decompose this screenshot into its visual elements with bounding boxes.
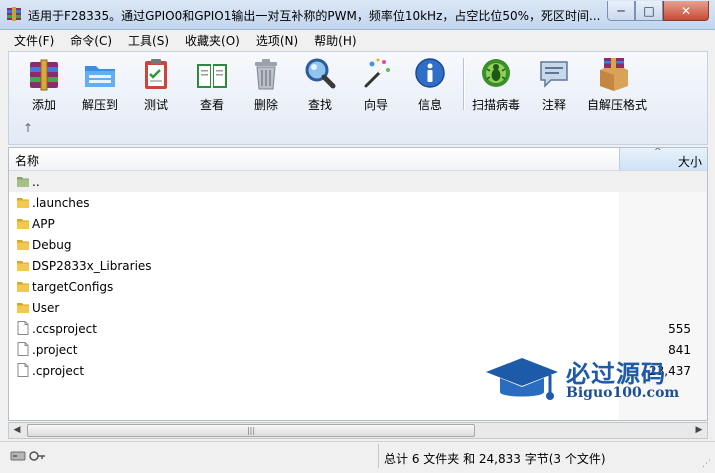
sfx-button[interactable]: 自解压格式 [587,56,648,113]
menu-help[interactable]: 帮助(H) [306,30,364,50]
delete-button[interactable]: 删除 [239,56,293,113]
list-item[interactable]: User [9,297,707,318]
item-name: .. [32,175,40,189]
add-button[interactable]: 添加 [17,56,71,113]
info-button[interactable]: 信息 [403,56,457,113]
folder-icon [17,219,29,229]
virus-scan-label: 扫描病毒 [471,98,520,112]
list-item[interactable]: .launches [9,192,707,213]
column-header-name[interactable]: 名称 [15,152,39,169]
file-icon [17,342,29,356]
extract-folder-icon [85,66,115,87]
sfx-box-icon [600,58,628,91]
list-item[interactable]: DSP2833x_Libraries [9,255,707,276]
folder-icon [17,261,29,271]
watermark: 必过源码 Biguo100.com [482,352,697,412]
scroll-left-icon[interactable]: ◀ [9,423,25,438]
scroll-right-icon[interactable]: ▶ [691,423,707,438]
comment-label: 注释 [541,98,566,112]
extract-button[interactable]: 解压到 [73,56,127,113]
wizard-label: 向导 [363,98,388,112]
column-header-size-label: 大小 [677,155,702,169]
menu-bar: 文件(F) 命令(C) 工具(S) 收藏夹(O) 选项(N) 帮助(H) [0,30,715,50]
folder-icon [17,198,29,208]
list-item[interactable]: APP [9,213,707,234]
test-button[interactable]: 测试 [129,56,183,113]
item-name: APP [32,217,55,231]
test-label: 测试 [143,98,168,112]
minimize-button[interactable]: ─ [607,1,635,21]
delete-label: 删除 [253,98,278,112]
magnifier-icon [305,58,336,89]
item-name: DSP2833x_Libraries [32,259,152,273]
item-size: 555 [668,322,691,336]
virus-scan-button[interactable]: 扫描病毒 [469,56,523,113]
item-name: .cproject [32,364,85,378]
toolbar-separator [463,58,465,110]
status-summary: 总计 6 文件夹 和 24,833 字节(3 个文件) [384,452,606,466]
info-label: 信息 [417,98,442,112]
item-name: .project [32,343,78,357]
comment-button[interactable]: 注释 [527,56,581,113]
title-bar[interactable]: 适用于F28335。通过GPIO0和GPIO1输出一对互补称的PWM，频率位10… [0,0,715,30]
menu-commands[interactable]: 命令(C) [62,30,120,50]
graduation-cap-logo-icon [486,358,558,400]
add-archive-icon [30,59,58,91]
item-name: User [32,301,60,315]
list-item[interactable]: targetConfigs [9,276,707,297]
file-icon [17,363,29,377]
view-button[interactable]: 查看 [185,56,239,113]
item-name: Debug [32,238,72,252]
close-button[interactable]: ✕ [663,1,709,21]
menu-file[interactable]: 文件(F) [6,30,62,50]
find-label: 查找 [307,98,332,112]
view-label: 查看 [199,98,224,112]
watermark-title: 必过源码 [566,359,666,388]
folder-icon [17,303,29,313]
list-item[interactable]: .ccsproject 555 [9,318,707,339]
magic-wand-icon [364,58,390,88]
parent-folder-icon [17,177,29,187]
menu-options[interactable]: 选项(N) [248,30,306,50]
list-item[interactable]: .. [9,171,707,192]
sort-ascending-icon: ^ [654,147,662,157]
wizard-button[interactable]: 向导 [349,56,403,113]
toolbar: 添加 解压到 测试 查看 删除 查找 向导 信息 扫描病毒 注释 自解压格式 ↑ [8,51,708,145]
add-label: 添加 [31,98,56,112]
column-header-size[interactable]: ^ 大小 [619,147,707,170]
list-item[interactable]: Debug [9,234,707,255]
scroll-thumb[interactable]: ||| [27,424,475,437]
up-folder-icon[interactable]: ↑ [23,121,33,135]
trash-can-icon [255,59,277,90]
file-icon [17,321,29,335]
item-name: targetConfigs [32,280,114,294]
sfx-label: 自解压格式 [587,98,648,112]
info-icon [415,58,445,88]
item-name: .launches [32,196,90,210]
watermark-url: Biguo100.com [566,385,680,401]
window-title: 适用于F28335。通过GPIO0和GPIO1输出一对互补称的PWM，频率位10… [28,9,601,23]
extract-label: 解压到 [81,98,118,112]
window-controls: ─ □ ✕ [607,1,709,21]
resize-grip-icon[interactable]: ⋰ [702,459,711,469]
winrar-app-icon [7,7,21,21]
find-button[interactable]: 查找 [293,56,347,113]
drive-key-icon[interactable] [10,449,46,463]
folder-icon [17,282,29,292]
menu-favorites[interactable]: 收藏夹(O) [177,30,248,50]
list-header: 名称 ^ 大小 [9,148,707,171]
status-bar: 总计 6 文件夹 和 24,833 字节(3 个文件) ⋰ [0,441,715,473]
comment-bubble-icon [540,61,568,88]
maximize-button[interactable]: □ [635,1,663,21]
virus-bug-icon [482,59,510,87]
test-clipboard-icon [145,59,167,89]
horizontal-scrollbar[interactable]: ◀ ||| ▶ [8,422,708,439]
menu-tools[interactable]: 工具(S) [120,30,177,50]
item-name: .ccsproject [32,322,97,336]
status-divider [378,444,379,468]
view-book-icon [197,64,227,88]
folder-icon [17,240,29,250]
winrar-window: 适用于F28335。通过GPIO0和GPIO1输出一对互补称的PWM，频率位10… [0,0,715,473]
